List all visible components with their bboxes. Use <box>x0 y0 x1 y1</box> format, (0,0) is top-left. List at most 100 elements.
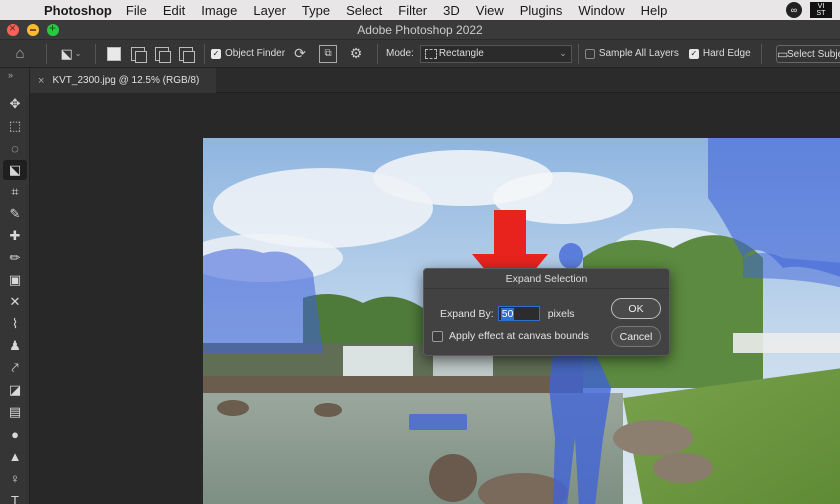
tools-panel: » ✥ ⬚ ◌ ⬕ ⌗ ✎ ✚ ✏ ▣ ✕ ⌇ ♟ ⤤ ◪ ▤ ● ▲ ♀ T <box>0 68 30 504</box>
hard-edge-label: Hard Edge <box>702 48 751 59</box>
apply-bounds-checkbox[interactable] <box>432 330 443 342</box>
close-tab-icon[interactable]: × <box>38 75 44 87</box>
menu-image[interactable]: Image <box>201 3 237 18</box>
object-selection-icon: ⬕ <box>60 45 73 61</box>
document-tab[interactable]: × KVT_2300.jpg @ 12.5% (RGB/8) <box>30 68 216 93</box>
object-finder-settings-button[interactable]: ⚙ <box>345 44 367 64</box>
options-divider <box>95 43 96 64</box>
add-to-selection-button[interactable] <box>131 46 147 63</box>
sample-all-layers-toggle[interactable]: Sample All Layers <box>584 40 679 68</box>
home-button[interactable]: ⌂ <box>0 40 40 68</box>
cancel-button[interactable]: Cancel <box>611 326 661 347</box>
clone-stamp-icon: ♟ <box>9 338 21 353</box>
options-divider <box>46 43 47 64</box>
sample-all-layers-checkbox[interactable] <box>584 48 595 59</box>
stamp-tool[interactable]: ▣ <box>3 270 27 290</box>
menu-3d[interactable]: 3D <box>443 3 460 18</box>
menu-app-name[interactable]: Photoshop <box>44 3 112 18</box>
hard-edge-checkbox[interactable]: ✓ <box>688 48 699 59</box>
expand-by-value: 50 <box>500 307 515 320</box>
creative-cloud-icon[interactable]: ∞ <box>786 2 802 18</box>
healing-brush-tool[interactable]: ✚ <box>3 226 27 246</box>
menu-type[interactable]: Type <box>302 3 330 18</box>
mode-select[interactable]: Rectangle ⌄ <box>419 44 572 63</box>
menu-edit[interactable]: Edit <box>163 3 185 18</box>
expand-by-input[interactable]: 50 <box>497 306 540 321</box>
gradient-tool[interactable]: ▤ <box>3 402 27 422</box>
menu-filter[interactable]: Filter <box>398 3 427 18</box>
rectangle-mode-icon <box>424 48 437 59</box>
eyedropper-tool[interactable]: ✎ <box>3 204 27 224</box>
clone-stamp-tool[interactable]: ♟ <box>3 336 27 356</box>
eraser-tool[interactable]: ⌇ <box>3 314 27 334</box>
move-tool[interactable]: ✥ <box>3 94 27 114</box>
options-divider <box>760 43 762 64</box>
tool-preset-picker[interactable]: ⬕ ⌄ <box>53 46 89 62</box>
gradient-icon: ▤ <box>8 404 22 419</box>
ok-button[interactable]: OK <box>611 298 661 319</box>
art-history-icon: ⤤ <box>11 360 19 375</box>
apply-bounds-label: Apply effect at canvas bounds <box>449 330 589 342</box>
pen-icon: ♀ <box>10 470 20 486</box>
expand-by-row: Expand By: 50 pixels <box>440 306 575 321</box>
subtract-from-selection-button[interactable] <box>155 46 171 63</box>
objects-grid-icon: ⧉ <box>324 48 332 59</box>
intersect-selection-button[interactable] <box>179 46 195 63</box>
home-icon: ⌂ <box>15 45 25 62</box>
dodge-tool[interactable]: ▲ <box>3 446 27 466</box>
unit-label: pixels <box>547 307 575 320</box>
options-divider <box>204 43 205 64</box>
show-all-objects-button[interactable]: ⧉ <box>319 44 338 63</box>
options-bar: ⌂ ⬕ ⌄ ✓ Object Finder ⟳ ⧉ ⚙ Mode: Rectan… <box>0 40 840 68</box>
type-icon: T <box>11 492 19 504</box>
menu-help[interactable]: Help <box>641 3 668 18</box>
brush-icon: ✏ <box>9 250 21 265</box>
object-selection-icon: ⬕ <box>8 162 22 177</box>
lasso-tool[interactable]: ◌ <box>3 138 27 158</box>
sample-all-layers-label: Sample All Layers <box>598 48 679 59</box>
menu-plugins[interactable]: Plugins <box>520 3 563 18</box>
blur-tool[interactable]: ● <box>3 424 27 444</box>
options-divider <box>377 43 379 64</box>
crop-tool[interactable]: ⌗ <box>3 182 27 202</box>
menu-window[interactable]: Window <box>578 3 624 18</box>
art-history-tool[interactable]: ⤤ <box>3 358 27 378</box>
move-icon: ✥ <box>9 96 21 111</box>
apply-bounds-row[interactable]: Apply effect at canvas bounds <box>432 330 589 342</box>
refresh-object-finder-button[interactable]: ⟳ <box>289 44 311 64</box>
menu-layer[interactable]: Layer <box>253 3 286 18</box>
refresh-icon: ⟳ <box>294 45 306 61</box>
brush-tool[interactable]: ✏ <box>3 248 27 268</box>
chevron-down-icon: ⌄ <box>559 47 567 58</box>
object-selection-tool[interactable]: ⬕ <box>3 160 27 180</box>
chevron-down-icon: ⌄ <box>74 49 82 58</box>
options-divider <box>577 43 579 64</box>
marquee-icon: ⬚ <box>8 118 22 133</box>
pen-tool[interactable]: ♀ <box>3 468 27 488</box>
marquee-tool[interactable]: ⬚ <box>3 116 27 136</box>
select-subject-button[interactable]: Select Subjec <box>776 45 840 63</box>
object-finder-toggle[interactable]: ✓ Object Finder <box>211 40 285 68</box>
menubar-status-area: ∞ VI ST <box>786 2 832 18</box>
window-title: Adobe Photoshop 2022 <box>357 23 483 37</box>
menu-view[interactable]: View <box>476 3 504 18</box>
object-finder-checkbox[interactable]: ✓ <box>211 48 221 59</box>
hard-edge-toggle[interactable]: ✓ Hard Edge <box>688 40 751 68</box>
dialog-title: Expand Selection <box>424 269 669 289</box>
eraser-icon: ⌇ <box>11 316 19 331</box>
history-brush-tool[interactable]: ✕ <box>3 292 27 312</box>
new-selection-button[interactable] <box>107 46 121 61</box>
input-source-badge[interactable]: VI ST <box>810 2 832 18</box>
dodge-icon: ▲ <box>8 448 22 464</box>
eraser-icon: ◪ <box>8 382 22 397</box>
menu-file[interactable]: File <box>126 3 147 18</box>
expand-selection-dialog: Expand Selection Expand By: 50 pixels Ap… <box>423 268 670 356</box>
type-tool[interactable]: T <box>3 490 27 504</box>
eraser-tool-2[interactable]: ◪ <box>3 380 27 400</box>
menu-select[interactable]: Select <box>346 3 382 18</box>
gear-icon: ⚙ <box>349 45 363 61</box>
lasso-icon: ◌ <box>11 140 19 156</box>
healing-brush-icon: ✚ <box>9 228 21 243</box>
crop-icon: ⌗ <box>11 184 19 199</box>
collapse-panel-icon[interactable]: » <box>8 70 13 80</box>
